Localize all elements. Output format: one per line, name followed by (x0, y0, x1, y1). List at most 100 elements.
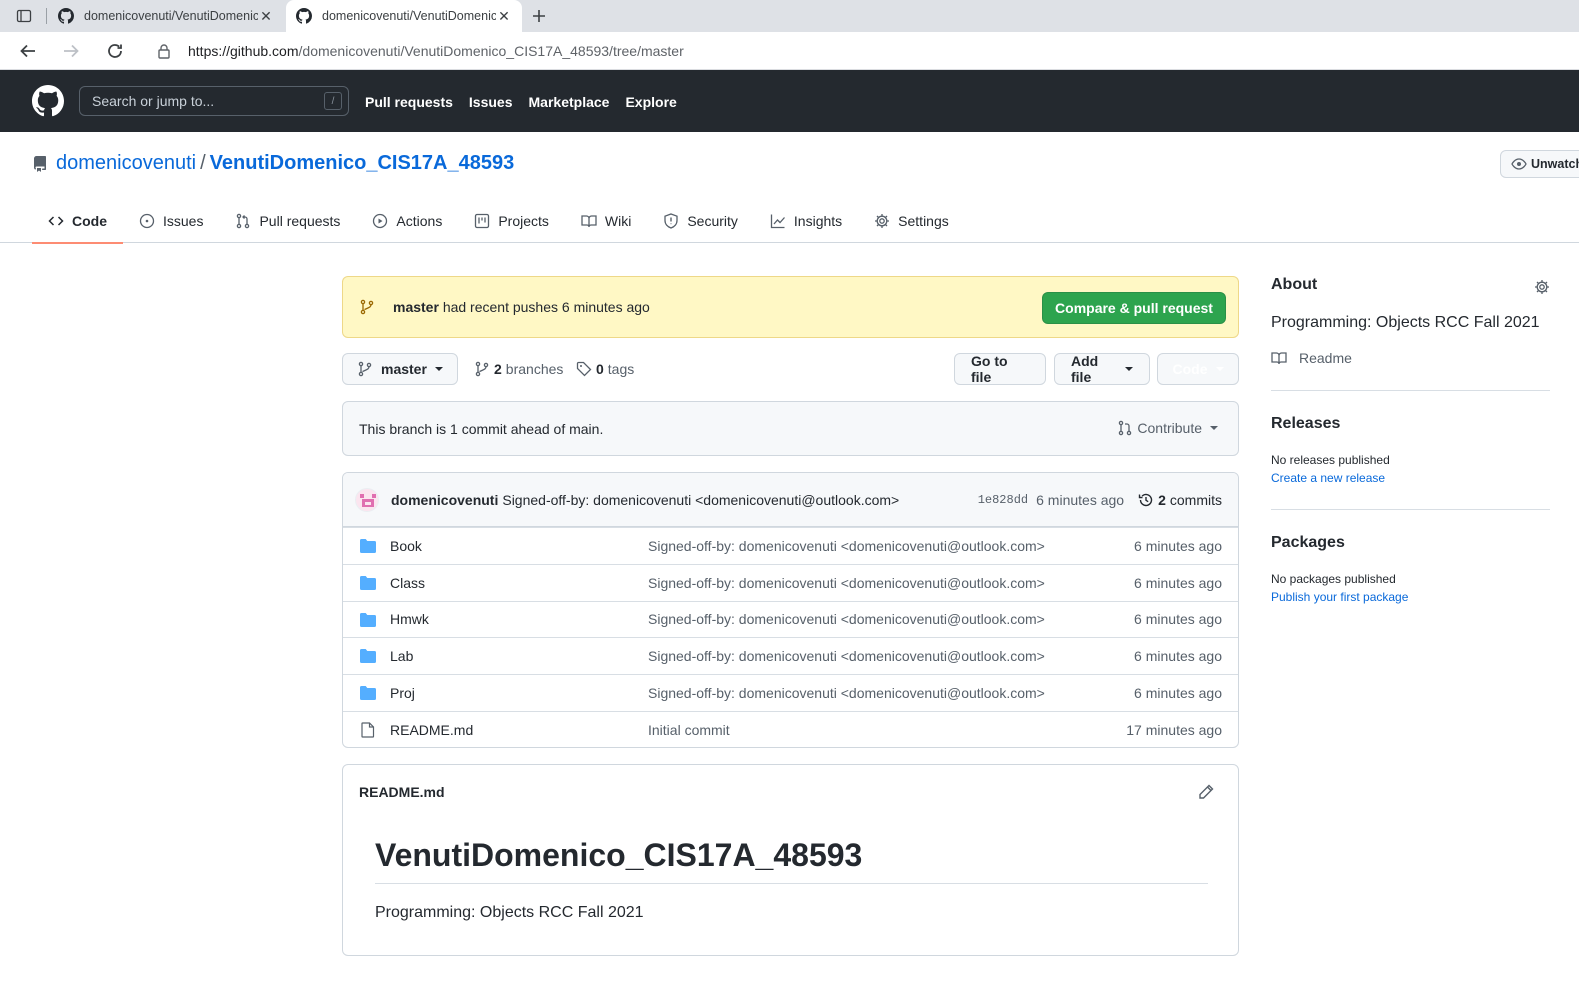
nav-explore[interactable]: Explore (625, 94, 676, 110)
compare-pull-request-button[interactable]: Compare & pull request (1042, 292, 1226, 324)
project-icon (475, 213, 490, 228)
file-commit-message[interactable]: Initial commit (648, 722, 730, 738)
close-tab-icon[interactable]: ✕ (258, 8, 274, 24)
nav-issues[interactable]: Issues (469, 94, 513, 110)
repo-sidebar: About Programming: Objects RCC Fall 2021… (1271, 276, 1550, 604)
tab-projects[interactable]: Projects (458, 198, 565, 243)
tags-count: 0 (596, 361, 604, 377)
file-age: 6 minutes ago (1134, 685, 1222, 702)
pull-request-icon (1119, 420, 1132, 436)
publish-package-link[interactable]: Publish your first package (1271, 590, 1550, 604)
nav-marketplace[interactable]: Marketplace (529, 94, 610, 110)
branches-count: 2 (494, 361, 502, 377)
file-commit-message[interactable]: Signed-off-by: domenicovenuti <domenicov… (648, 611, 1045, 627)
file-name[interactable]: Book (390, 538, 422, 554)
file-commit-message[interactable]: Signed-off-by: domenicovenuti <domenicov… (648, 575, 1045, 591)
tab-title: domenicovenuti/VenutiDomenico_CIS17A_485… (84, 9, 258, 23)
file-row[interactable]: README.md Initial commit 17 minutes ago (343, 710, 1238, 747)
tab-label: Projects (498, 212, 549, 229)
tab-insights[interactable]: Insights (754, 198, 858, 243)
close-tab-icon[interactable]: ✕ (496, 8, 512, 24)
tab-code[interactable]: Code (32, 198, 123, 244)
global-nav: Pull requests Issues Marketplace Explore (365, 94, 677, 110)
branch-icon (475, 361, 489, 377)
gear-icon[interactable] (1534, 279, 1550, 295)
recent-push-message: had recent pushes 6 minutes ago (442, 299, 650, 315)
browser-tab-2[interactable]: domenicovenuti/VenutiDomenico_CIS17A_485… (286, 0, 522, 32)
file-commit-message[interactable]: Signed-off-by: domenicovenuti <domenicov… (648, 648, 1045, 664)
reload-icon[interactable] (103, 39, 127, 63)
chevron-down-icon (1125, 367, 1133, 371)
address-bar[interactable]: https://github.com/domenicovenuti/Venuti… (146, 36, 1579, 66)
tab-security[interactable]: Security (647, 198, 754, 243)
file-commit-message[interactable]: Signed-off-by: domenicovenuti <domenicov… (648, 538, 1045, 554)
browser-tabstrip: domenicovenuti/VenutiDomenico_CIS17A_485… (0, 0, 1579, 32)
tab-actions[interactable]: Actions (356, 198, 458, 243)
play-icon (373, 213, 388, 228)
packages-title[interactable]: Packages (1271, 534, 1550, 552)
add-file-button[interactable]: Add file (1054, 353, 1150, 385)
search-input[interactable]: Search or jump to... / (79, 86, 349, 116)
readme-link-label: Readme (1299, 350, 1352, 366)
tab-settings[interactable]: Settings (858, 198, 965, 243)
branch-select-button[interactable]: master (342, 353, 458, 385)
create-release-link[interactable]: Create a new release (1271, 471, 1550, 485)
folder-icon (360, 649, 376, 664)
browser-toolbar: https://github.com/domenicovenuti/Venuti… (0, 32, 1579, 70)
folder-icon (360, 686, 376, 701)
unwatch-button[interactable]: Unwatch (1500, 150, 1579, 178)
folder-icon (360, 575, 376, 590)
commit-author[interactable]: domenicovenuti (391, 492, 498, 508)
repo-owner-link[interactable]: domenicovenuti (56, 152, 196, 175)
gear-icon (875, 213, 890, 228)
go-to-file-button[interactable]: Go to file (954, 353, 1046, 385)
about-title: About (1271, 276, 1318, 293)
file-name[interactable]: Class (390, 575, 425, 591)
branches-link[interactable]: 2 branches (474, 353, 563, 385)
file-name[interactable]: Proj (390, 685, 415, 701)
file-name[interactable]: Lab (390, 648, 413, 664)
file-name[interactable]: Hmwk (390, 611, 429, 627)
repo-tabs: Code Issues Pull requests Actions Projec… (32, 198, 965, 244)
file-row[interactable]: Book Signed-off-by: domenicovenuti <dome… (343, 527, 1238, 564)
repo-name-link[interactable]: VenutiDomenico_CIS17A_48593 (210, 152, 515, 175)
releases-title[interactable]: Releases (1271, 415, 1550, 433)
contribute-button[interactable]: Contribute (1117, 420, 1218, 436)
pencil-icon[interactable] (1198, 784, 1214, 800)
url-path: /domenicovenuti/VenutiDomenico_CIS17A_48… (298, 43, 684, 59)
latest-commit-bar: domenicovenuti Signed-off-by: domenicove… (343, 473, 1238, 527)
tags-label: tags (607, 361, 635, 377)
tab-wiki[interactable]: Wiki (565, 198, 647, 243)
commit-sha[interactable]: 1e828dd (978, 493, 1028, 507)
code-button[interactable]: Code (1157, 353, 1239, 385)
file-row[interactable]: Hmwk Signed-off-by: domenicovenuti <dome… (343, 600, 1238, 638)
readme-link[interactable]: Readme (1271, 350, 1550, 366)
file-row[interactable]: Lab Signed-off-by: domenicovenuti <domen… (343, 637, 1238, 674)
browser-tab-1[interactable]: domenicovenuti/VenutiDomenico_CIS17A_485… (48, 0, 284, 32)
tab-pull-requests[interactable]: Pull requests (219, 198, 356, 243)
search-shortcut-key: / (324, 92, 342, 110)
file-row[interactable]: Proj Signed-off-by: domenicovenuti <dome… (343, 674, 1238, 711)
file-listing: domenicovenuti Signed-off-by: domenicove… (342, 472, 1239, 748)
readme-filename[interactable]: README.md (359, 784, 445, 800)
commit-meta: 1e828dd 6 minutes ago 2 commits (978, 473, 1222, 527)
avatar[interactable] (355, 487, 379, 512)
branch-icon (358, 361, 372, 377)
file-name[interactable]: README.md (390, 722, 473, 738)
pull-request-icon (237, 213, 250, 228)
commits-link[interactable]: 2 commits (1138, 492, 1222, 508)
commit-message[interactable]: Signed-off-by: domenicovenuti <domenicov… (502, 492, 899, 508)
tags-link[interactable]: 0 tags (576, 353, 634, 385)
tab-actions-icon[interactable] (10, 6, 38, 26)
back-arrow-icon[interactable] (16, 39, 40, 63)
forward-arrow-icon[interactable] (59, 39, 83, 63)
new-tab-icon[interactable] (528, 5, 550, 27)
branch-bar: master 2 branches 0 tags Go to file Add … (342, 353, 1239, 385)
github-logo-icon[interactable] (32, 85, 64, 117)
file-row[interactable]: Class Signed-off-by: domenicovenuti <dom… (343, 563, 1238, 601)
tab-issues[interactable]: Issues (123, 198, 219, 243)
readme-box: README.md VenutiDomenico_CIS17A_48593 Pr… (342, 764, 1239, 956)
tag-icon (576, 361, 592, 377)
file-commit-message[interactable]: Signed-off-by: domenicovenuti <domenicov… (648, 685, 1045, 701)
nav-pull-requests[interactable]: Pull requests (365, 94, 453, 110)
